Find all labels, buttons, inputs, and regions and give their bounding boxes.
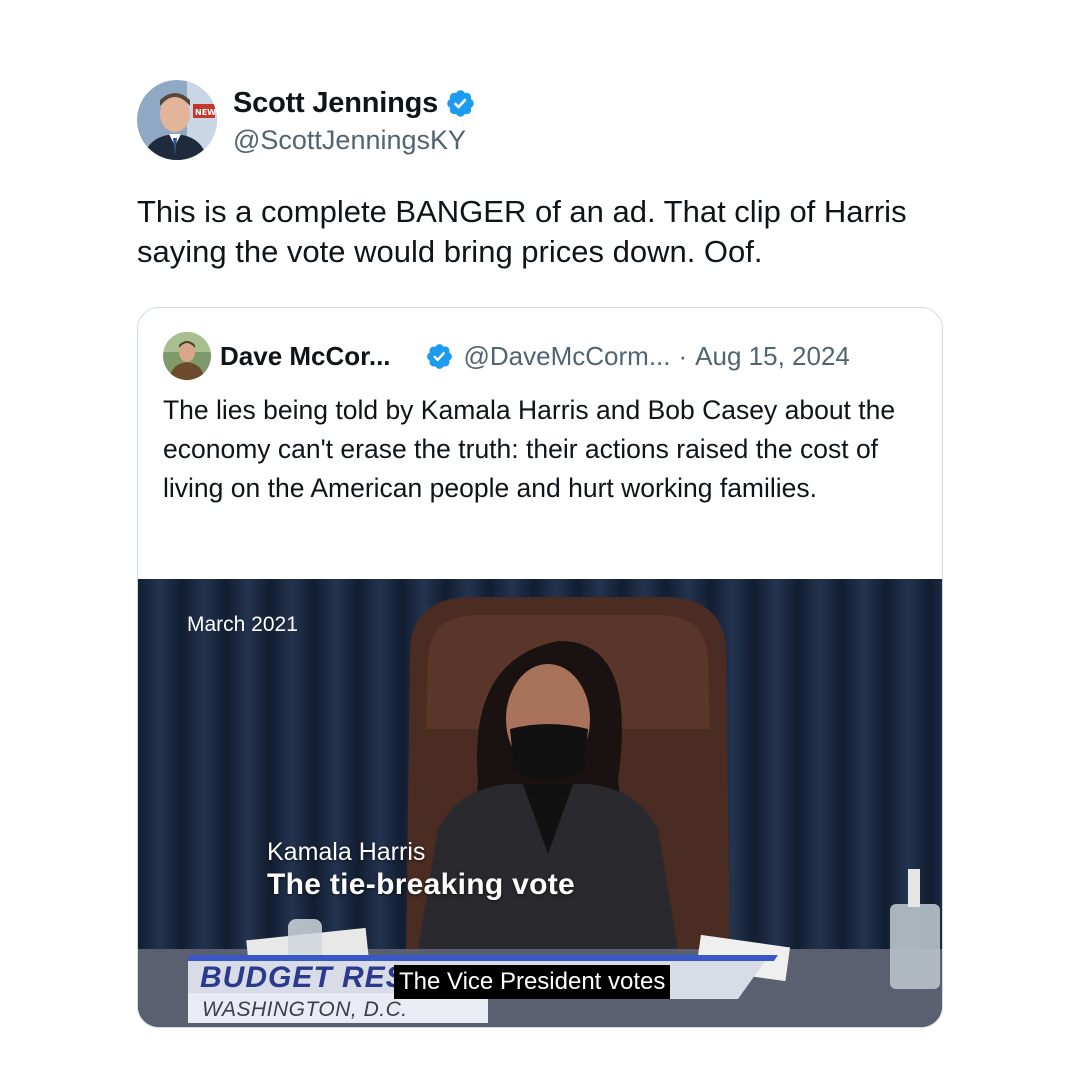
verified-badge-icon [447,90,474,117]
news-location-text: WASHINGTON, D.C. [202,998,408,1021]
separator-dot: · [678,340,688,371]
quoted-video[interactable]: March 2021 Kamala Harris The tie-breakin… [138,579,942,1027]
quoted-author-handle[interactable]: @DaveMcCorm... [464,341,671,372]
video-date-label: March 2021 [187,613,298,636]
author-handle[interactable]: @ScottJenningsKY [233,125,476,156]
quoted-tweet[interactable]: Dave McCor... @DaveMcCorm... · Aug 15, 2… [137,307,943,1028]
news-banner-text: BUDGET RES [200,961,407,994]
quoted-tweet-text: The lies being told by Kamala Harris and… [163,395,896,503]
video-person-name: Kamala Harris [267,838,426,866]
svg-text:NEWS: NEWS [195,108,217,117]
quoted-author-avatar[interactable] [163,332,211,380]
quoted-tweet-date[interactable]: Aug 15, 2024 [695,341,850,372]
quoted-tweet-header: Dave McCor... @DaveMcCorm... · Aug 15, 2… [163,332,850,380]
video-caption: The Vice President votes [394,965,671,999]
author-avatar-image: NEWS [137,80,217,160]
video-title: The tie-breaking vote [267,868,576,901]
verified-badge-icon [426,343,452,369]
quoted-avatar-image [163,332,211,380]
author-name[interactable]: Scott Jennings [233,87,438,120]
quoted-author-name[interactable]: Dave McCor... [220,341,391,372]
author-avatar[interactable]: NEWS [137,80,217,160]
tweet-text: This is a complete BANGER of an ad. That… [137,194,907,269]
tweet-author: NEWS Scott Jennings @ScottJenningsKY [137,80,476,160]
